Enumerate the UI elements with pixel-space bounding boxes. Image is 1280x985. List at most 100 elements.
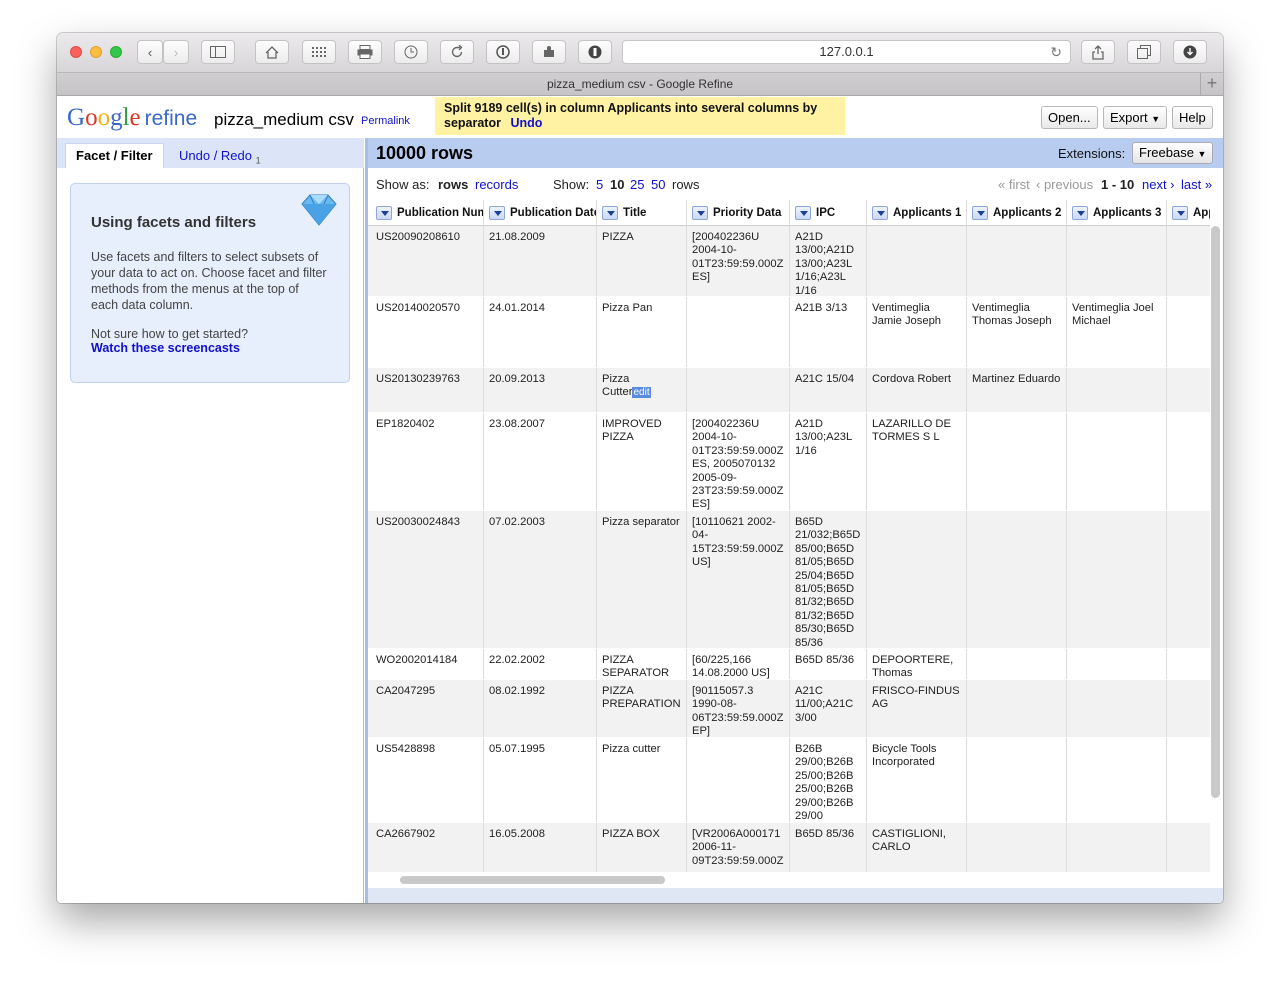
table-cell[interactable] [1167,368,1210,412]
address-bar[interactable]: 127.0.0.1 ↻ [622,40,1071,64]
table-cell[interactable] [1067,649,1167,679]
table-cell[interactable]: US20090208610 [371,226,484,296]
table-cell[interactable]: [60/225,166 14.08.2000 US] [687,649,790,679]
column-header[interactable]: Applicants 3 [1067,200,1167,226]
table-cell[interactable]: PIZZA BOX [597,823,687,872]
table-cell[interactable]: Martinez Eduardo [967,368,1067,412]
new-tab-button[interactable]: + [1200,73,1223,95]
table-cell[interactable]: Pizza cutter [597,738,687,822]
table-cell[interactable]: Pizza Pan [597,297,687,367]
table-cell[interactable]: 16.05.2008 [484,823,597,872]
tab-undo-redo[interactable]: Undo / Redo 1 [179,148,261,166]
table-cell[interactable]: 21.08.2009 [484,226,597,296]
table-cell[interactable] [1067,738,1167,822]
help-button[interactable]: Help [1172,106,1213,129]
column-menu-dropdown-icon[interactable] [1072,206,1088,220]
refresh-ext-button[interactable] [440,40,474,64]
table-cell[interactable]: PIZZA [597,226,687,296]
show-rows-option[interactable]: rows [438,177,468,192]
adblock-button[interactable] [578,40,612,64]
column-menu-dropdown-icon[interactable] [692,206,708,220]
show-records-option[interactable]: records [475,177,518,192]
table-cell[interactable]: Ventimeglia Jamie Joseph [867,297,967,367]
table-cell[interactable] [1067,413,1167,510]
screencasts-link[interactable]: Watch these screencasts [91,341,329,355]
permalink-link[interactable]: Permalink [361,115,410,127]
table-cell[interactable] [687,738,790,822]
table-cell[interactable]: CASTIGLIONI, CARLO [867,823,967,872]
table-cell[interactable] [1067,680,1167,737]
table-cell[interactable]: [VR2006A000171 2006-11-09T23:59:59.000Z [687,823,790,872]
table-cell[interactable]: A21C 11/00;A21C 3/00 [790,680,867,737]
table-cell[interactable] [867,226,967,296]
column-header[interactable]: Title [597,200,687,226]
table-cell[interactable]: LAZARILLO DE TORMES S L [867,413,967,510]
table-cell[interactable]: 08.02.1992 [484,680,597,737]
share-button[interactable] [1081,40,1115,64]
cell-edit-button[interactable]: edit [632,387,651,399]
table-cell[interactable]: B26B 29/00;B26B 25/00;B26B 25/00;B26B 29… [790,738,867,822]
page-size-50[interactable]: 50 [651,177,665,192]
column-header[interactable]: Applicants 4 [1167,200,1210,226]
table-cell[interactable] [1067,368,1167,412]
column-menu-dropdown-icon[interactable] [972,206,988,220]
google-refine-logo[interactable]: Google refine [67,104,197,132]
minimize-window-button[interactable] [90,46,102,58]
column-menu-dropdown-icon[interactable] [602,206,618,220]
table-cell[interactable]: 23.08.2007 [484,413,597,510]
table-cell[interactable] [687,297,790,367]
table-cell[interactable] [1067,823,1167,872]
table-cell[interactable]: US20140020570 [371,297,484,367]
export-button[interactable]: Export ▼ [1103,106,1168,129]
vertical-scrollbar[interactable] [1211,226,1220,798]
table-cell[interactable]: B65D 85/36 [790,649,867,679]
tabs-overview-button[interactable] [1127,40,1161,64]
column-header[interactable]: Applicants 2 [967,200,1067,226]
tab-title[interactable]: pizza_medium csv - Google Refine [547,77,733,91]
table-cell[interactable]: Bicycle Tools Incorporated [867,738,967,822]
table-cell[interactable] [967,823,1067,872]
table-cell[interactable] [1067,511,1167,648]
table-cell[interactable]: [10110621 2002-04-15T23:59:59.000Z US] [687,511,790,648]
table-cell[interactable]: Ventimeglia Joel Michael [1067,297,1167,367]
pager-previous[interactable]: ‹ previous [1036,177,1093,192]
table-cell[interactable]: Cordova Robert [867,368,967,412]
pager-last[interactable]: last » [1181,177,1212,192]
table-cell[interactable]: [200402236U 2004-10-01T23:59:59.000Z ES] [687,226,790,296]
home-button[interactable] [255,40,289,64]
table-cell[interactable]: Pizza separator [597,511,687,648]
table-cell[interactable] [967,738,1067,822]
table-cell[interactable]: US20030024843 [371,511,484,648]
column-header[interactable]: IPC [790,200,867,226]
table-cell[interactable]: 24.01.2014 [484,297,597,367]
horizontal-scrollbar[interactable] [400,876,665,884]
close-window-button[interactable] [70,46,82,58]
table-cell[interactable] [967,226,1067,296]
table-cell[interactable]: A21D 13/00;A23L 1/16 [790,413,867,510]
table-cell[interactable] [1167,738,1210,822]
table-cell[interactable]: Ventimeglia Thomas Joseph [967,297,1067,367]
table-cell[interactable] [1167,226,1210,296]
back-button[interactable]: ‹ [137,40,163,64]
column-header[interactable]: Priority Data [687,200,790,226]
table-cell[interactable]: A21D 13/00;A21D 13/00;A23L 1/16;A23L 1/1… [790,226,867,296]
table-cell[interactable] [967,413,1067,510]
column-header[interactable]: Applicants 1 [867,200,967,226]
column-menu-dropdown-icon[interactable] [795,206,811,220]
tab-facet-filter[interactable]: Facet / Filter [65,143,164,168]
table-cell[interactable] [967,511,1067,648]
table-cell[interactable]: 20.09.2013 [484,368,597,412]
zoom-window-button[interactable] [110,46,122,58]
column-menu-dropdown-icon[interactable] [872,206,888,220]
page-size-25[interactable]: 25 [630,177,644,192]
table-cell[interactable] [1167,511,1210,648]
undo-link[interactable]: Undo [510,116,542,130]
table-cell[interactable]: US20130239763 [371,368,484,412]
print-button[interactable] [348,40,382,64]
table-cell[interactable]: CA2667902 [371,823,484,872]
extension-button[interactable] [532,40,566,64]
table-cell[interactable]: [200402236U 2004-10-01T23:59:59.000Z ES,… [687,413,790,510]
info-button[interactable] [486,40,520,64]
table-cell[interactable]: [90115057.3 1990-08-06T23:59:59.000Z EP] [687,680,790,737]
table-cell[interactable]: 05.07.1995 [484,738,597,822]
